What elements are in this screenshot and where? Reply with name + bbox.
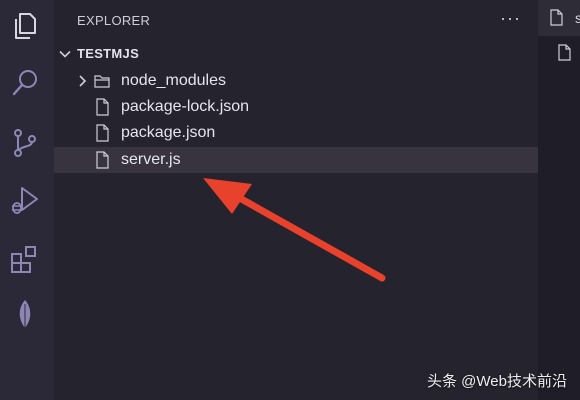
more-actions-button[interactable]: ··· xyxy=(500,8,521,29)
tree-item-label: node_modules xyxy=(121,72,226,89)
file-icon xyxy=(96,98,109,116)
tree-item-server-js[interactable]: server.js xyxy=(54,147,538,173)
file-icon xyxy=(550,9,563,26)
tree-item-label: package.json xyxy=(121,124,216,141)
editor-area: s xyxy=(538,0,580,400)
explorer-title: EXPLORER xyxy=(77,13,151,28)
explorer-sidebar: EXPLORER ··· TESTMJS node_modules packag… xyxy=(54,0,538,400)
watermark: 头条 @Web技术前沿 xyxy=(427,373,567,390)
chevron-down-icon xyxy=(59,50,71,58)
tree-item-label: package-lock.json xyxy=(121,98,250,115)
tree-item-node-modules[interactable]: node_modules xyxy=(54,68,538,94)
tree-item-package-json[interactable]: package.json xyxy=(54,120,538,146)
files-icon[interactable] xyxy=(9,10,41,42)
source-control-icon[interactable] xyxy=(9,127,41,159)
editor-tab-label: s xyxy=(575,10,580,26)
run-debug-icon[interactable] xyxy=(9,184,41,216)
mongodb-leaf-icon[interactable] xyxy=(9,298,41,330)
chevron-right-icon xyxy=(79,75,87,87)
search-icon[interactable] xyxy=(9,67,41,99)
project-section-header[interactable]: TESTMJS xyxy=(54,43,538,65)
file-icon xyxy=(96,151,109,169)
tree-item-label: server.js xyxy=(121,151,181,168)
activity-bar xyxy=(0,0,54,400)
extensions-icon[interactable] xyxy=(9,243,41,275)
tree-item-package-lock-json[interactable]: package-lock.json xyxy=(54,94,538,120)
editor-tab[interactable]: s xyxy=(538,0,580,36)
file-icon xyxy=(96,124,109,142)
project-name: TESTMJS xyxy=(77,46,140,61)
folder-icon xyxy=(94,75,110,88)
explorer-header: EXPLORER ··· xyxy=(54,0,538,40)
file-icon xyxy=(558,44,571,61)
